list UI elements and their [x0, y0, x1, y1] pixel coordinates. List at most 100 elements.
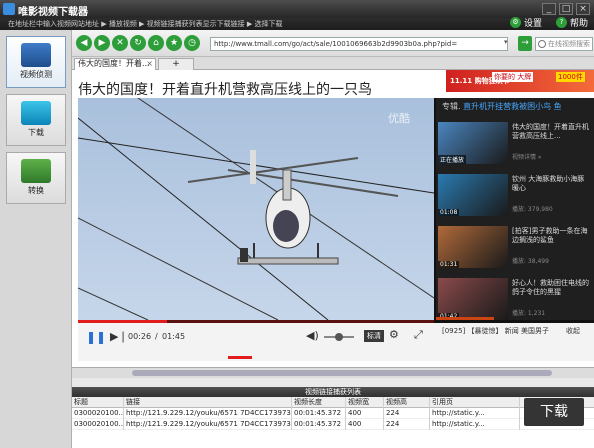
convert-icon: [21, 159, 51, 183]
ad-banner[interactable]: 11.11 购物狂欢节 你要的 大牌 1000件: [446, 70, 594, 92]
back-arrow-icon[interactable]: ◀: [76, 35, 92, 51]
home-icon[interactable]: ⌂: [148, 35, 164, 51]
fullscreen-icon[interactable]: ⤢: [414, 328, 423, 342]
browser-toolbar: ◀ ▶ ✕ ↻ ⌂ ★ ◷ http://www.tmall.com/go/ac…: [72, 30, 594, 57]
sidebar-item-download[interactable]: 下载: [6, 94, 66, 146]
refresh-icon[interactable]: ↻: [130, 35, 146, 51]
tab-title: 伟大的国度！开着...: [78, 59, 150, 68]
cell-height: 224: [384, 408, 430, 419]
video-watermark: 优酷: [388, 112, 410, 125]
column-header[interactable]: 引用页: [430, 397, 520, 408]
window-controls: _ □ ×: [542, 3, 590, 15]
go-button[interactable]: →: [518, 36, 532, 51]
gear-icon: ⚙: [509, 16, 521, 28]
pause-icon[interactable]: ❚❚: [86, 330, 106, 344]
new-tab-button[interactable]: +: [158, 58, 194, 70]
quality-button[interactable]: 标清: [364, 330, 384, 342]
browser-tabbar: 伟大的国度！开着... × +: [72, 57, 594, 70]
cell-referer: http://static.y...: [430, 419, 520, 430]
time-total: 01:45: [162, 332, 186, 341]
history-icon[interactable]: ◷: [184, 35, 200, 51]
web-view: 伟大的国度！开着直升机营救高压线上的一只鸟 11.11 购物狂欢节 你要的 大牌…: [72, 70, 594, 367]
url-input[interactable]: http://www.tmall.com/go/act/sale/1001069…: [210, 37, 508, 51]
close-button[interactable]: ×: [576, 3, 590, 15]
time-current: 00:26: [128, 332, 152, 341]
player-controls: ❚❚ ▶❘ 00:26 / 01:45 ◀) 标清 ⚙ ⤢ [0925] 【暴徒…: [78, 323, 594, 361]
sidebar-item-label: 视频侦测: [20, 70, 52, 79]
related-scroll-indicator: [436, 317, 494, 320]
download-button[interactable]: 下载: [524, 398, 584, 426]
cell-link: http://121.9.229.12/youku/6571 7D4CC1739…: [126, 408, 292, 419]
sidebar-item-convert[interactable]: 转换: [6, 152, 66, 204]
chevron-down-icon[interactable]: ▾: [504, 38, 508, 46]
page-title: 伟大的国度！开着直升机营救高压线上的一只鸟: [78, 82, 372, 98]
related-sub: 播放: 1,231: [512, 310, 546, 317]
related-item[interactable]: 01:31 [拍客]男子救助一条在海边搁浅的鲨鱼 播放: 38,499: [438, 226, 592, 268]
related-badge: 01:31: [438, 261, 460, 268]
buffer-indicator: [228, 356, 252, 359]
cell-width: 400: [346, 408, 384, 419]
table-row[interactable]: 0300020100... http://121.9.229.12/youku/…: [72, 408, 594, 419]
stop-icon[interactable]: ✕: [112, 35, 128, 51]
video-player: 优酷 专辑. 直升机开挂营救被困小鸟 鱼 正在播放 伟大的国度！开着直升机营救高…: [78, 98, 594, 361]
cell-height: 224: [384, 419, 430, 430]
forward-arrow-icon[interactable]: ▶: [94, 35, 110, 51]
related-title: 好心人！救助困住电线的鸽子令住的黑猩: [512, 279, 589, 296]
table-row[interactable]: 0300020100... http://121.9.229.12/youku/…: [72, 419, 594, 430]
column-header[interactable]: 视频长度: [292, 397, 346, 408]
video-scene: [78, 98, 434, 320]
column-header[interactable]: 视频宽: [346, 397, 384, 408]
column-header[interactable]: 标题: [72, 397, 124, 408]
settings-button[interactable]: ⚙ 设置: [509, 15, 542, 29]
column-header[interactable]: 视频高: [384, 397, 430, 408]
video-detect-icon: [21, 43, 51, 67]
gear-icon[interactable]: ⚙: [389, 328, 399, 341]
scrollbar-thumb[interactable]: [132, 370, 552, 376]
search-placeholder: 在线视频搜索: [548, 40, 590, 48]
capture-list-title: 视频链接捕获列表: [72, 387, 594, 397]
maximize-button[interactable]: □: [559, 3, 573, 15]
settings-label: 设置: [523, 18, 542, 29]
related-title: 钦州 大海豚救助小海豚 暖心: [512, 175, 585, 192]
related-sub: 视频详情 »: [512, 154, 542, 161]
help-icon: ?: [555, 16, 567, 28]
title-bar: 唯影视频下载器 _ □ ×: [0, 0, 594, 18]
video-frame[interactable]: 优酷: [78, 98, 434, 320]
app-logo-icon: [3, 3, 15, 15]
search-input[interactable]: 在线视频搜索: [535, 37, 593, 51]
volume-icon[interactable]: ◀): [306, 329, 319, 342]
volume-knob[interactable]: [335, 333, 343, 341]
sidebar-item-label: 下载: [28, 128, 44, 137]
related-item[interactable]: 正在播放 伟大的国度！开着直升机营救高压线上... 视频详情 »: [438, 122, 592, 164]
horizontal-scrollbar[interactable]: [72, 367, 594, 378]
related-item[interactable]: 01:42 好心人！救助困住电线的鸽子令住的黑猩 播放: 1,231: [438, 278, 592, 320]
tab-current[interactable]: 伟大的国度！开着... ×: [74, 58, 156, 70]
help-button[interactable]: ? 帮助: [555, 15, 588, 29]
tab-close-icon[interactable]: ×: [146, 59, 153, 69]
ticker-text[interactable]: [0925] 【暴徒惊】 新闻 美国男子: [442, 326, 549, 336]
related-badge: 正在播放: [438, 155, 467, 164]
cell-title: 0300020100...: [74, 408, 124, 419]
minimize-button[interactable]: _: [542, 3, 556, 15]
cell-link: http://121.9.229.12/youku/6571 7D4CC1739…: [126, 419, 292, 430]
cell-referer: http://static.y...: [430, 408, 520, 419]
cell-width: 400: [346, 419, 384, 430]
search-icon: [538, 40, 546, 48]
column-header[interactable]: 链接: [124, 397, 292, 408]
capture-list-header: 标题 链接 视频长度 视频宽 视频高 引用页: [72, 397, 594, 408]
related-badge: 01:08: [438, 209, 460, 216]
volume-slider[interactable]: [324, 333, 354, 341]
sidebar-item-label: 转换: [28, 186, 44, 195]
app-title: 唯影视频下载器: [18, 7, 88, 18]
next-icon[interactable]: ▶❘: [110, 330, 128, 343]
capture-list: 0300020100... http://121.9.229.12/youku/…: [72, 408, 594, 448]
favorite-star-icon[interactable]: ★: [166, 35, 182, 51]
cell-title: 0300020100...: [74, 419, 124, 430]
special-header-title[interactable]: 直升机开挂营救被困小鸟 鱼: [463, 102, 562, 111]
sidebar: 视频侦测 下载 转换: [0, 30, 72, 448]
related-item[interactable]: 01:08 钦州 大海豚救助小海豚 暖心 播放: 379,980: [438, 174, 592, 216]
special-header: 专辑. 直升机开挂营救被困小鸟 鱼: [442, 101, 562, 112]
collapse-button[interactable]: 收起: [566, 326, 580, 336]
related-title: [拍客]男子救助一条在海边搁浅的鲨鱼: [512, 227, 588, 244]
sidebar-item-detect[interactable]: 视频侦测: [6, 36, 66, 88]
